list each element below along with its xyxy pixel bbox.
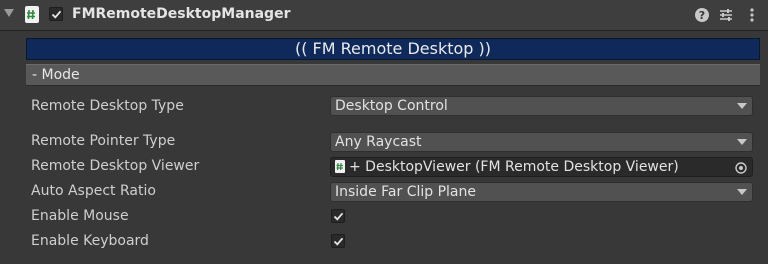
remote-desktop-type-dropdown[interactable]: Desktop Control [330,96,753,116]
enable-mouse-label: Enable Mouse [31,208,129,224]
chevron-down-icon [737,139,747,145]
help-icon[interactable]: ? [694,7,710,23]
script-icon [335,160,345,173]
remote-pointer-type-value: Any Raycast [335,134,422,150]
remote-pointer-type-dropdown[interactable]: Any Raycast [330,132,753,152]
auto-aspect-ratio-dropdown[interactable]: Inside Far Clip Plane [330,182,753,202]
enable-keyboard-label: Enable Keyboard [31,233,149,249]
enable-mouse-checkbox[interactable] [331,209,345,223]
mode-foldout[interactable]: - Mode [26,64,760,86]
chevron-down-icon [737,189,747,195]
component-title: FMRemoteDesktopManager [72,6,291,22]
remote-desktop-viewer-label: Remote Desktop Viewer [31,158,200,174]
component-enabled-checkbox[interactable] [49,7,63,21]
chevron-down-icon [737,103,747,109]
enable-keyboard-checkbox[interactable] [331,234,345,248]
script-icon [25,6,39,23]
remote-pointer-type-label: Remote Pointer Type [31,133,176,149]
remote-desktop-viewer-object-field[interactable]: + DesktopViewer (FM Remote Desktop Viewe… [330,157,753,177]
svg-text:?: ? [699,9,705,22]
more-menu-icon[interactable] [744,7,760,23]
title-banner: (( FM Remote Desktop )) [26,38,760,60]
remote-desktop-type-value: Desktop Control [335,98,448,114]
remote-desktop-viewer-value: + DesktopViewer (FM Remote Desktop Viewe… [349,159,679,175]
auto-aspect-ratio-value: Inside Far Clip Plane [335,184,476,200]
component-header: FMRemoteDesktopManager ? [0,0,768,31]
remote-desktop-type-label: Remote Desktop Type [31,98,184,114]
foldout-arrow-icon[interactable] [4,9,14,17]
auto-aspect-ratio-label: Auto Aspect Ratio [31,183,156,199]
object-picker-icon[interactable] [735,161,747,174]
preset-icon[interactable] [718,7,734,23]
